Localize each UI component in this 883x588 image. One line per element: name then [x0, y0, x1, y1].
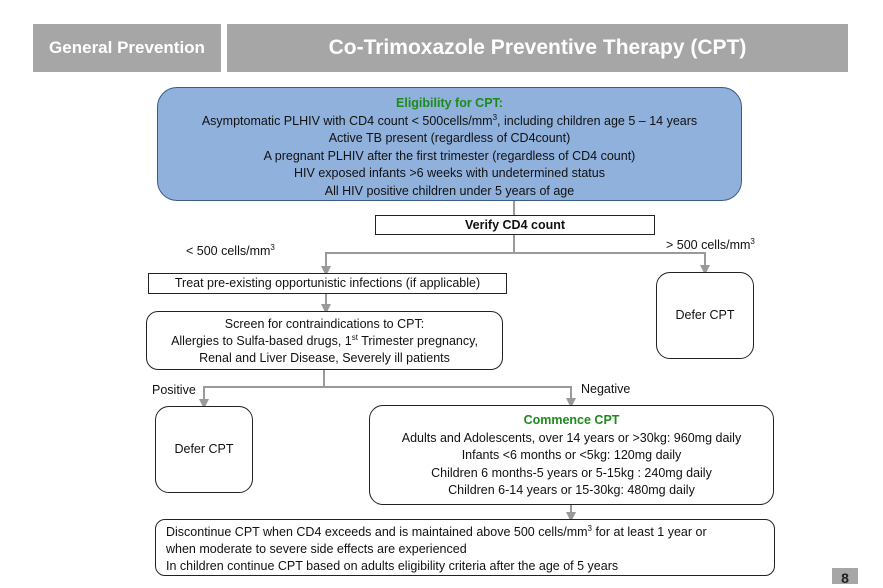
discontinue-line: In children continue CPT based on adults… — [166, 559, 619, 573]
screen-line: Screen for contraindications to CPT: — [224, 317, 425, 331]
connector-verify-high — [514, 252, 710, 275]
eligibility-line: Active TB present (regardless of CD4coun… — [328, 131, 571, 145]
commence-cpt-box: Commence CPT Adults and Adolescents, ove… — [369, 405, 774, 505]
positive-label: Positive — [152, 383, 196, 397]
eligibility-box: Eligibility for CPT: Asymptomatic PLHIV … — [157, 87, 742, 201]
high-cd4-label: > 500 cells/mm3 — [666, 236, 755, 252]
discontinue-line: when moderate to severe side effects are… — [166, 542, 467, 556]
eligibility-line: Asymptomatic PLHIV with CD4 count < 500c… — [201, 112, 698, 128]
page-number: 8 — [832, 568, 858, 586]
discontinue-line: Discontinue CPT when CD4 exceeds and is … — [166, 523, 707, 539]
low-cd4-label: < 500 cells/mm3 — [186, 242, 275, 258]
screen-line: Renal and Liver Disease, Severely ill pa… — [199, 351, 450, 365]
dosage-line: Children 6-14 years or 15-30kg: 480mg da… — [448, 483, 695, 497]
discontinue-box: Discontinue CPT when CD4 exceeds and is … — [155, 519, 775, 576]
connector-positive — [199, 386, 324, 409]
verify-cd4-box: Verify CD4 count — [375, 215, 655, 235]
treat-infections-box: Treat pre-existing opportunistic infecti… — [148, 273, 507, 294]
connector-negative — [324, 386, 576, 408]
screen-line: Allergies to Sulfa-based drugs, 1st Trim… — [171, 332, 478, 348]
defer-cpt-box-positive: Defer CPT — [155, 406, 253, 493]
negative-label: Negative — [581, 382, 631, 396]
connector-verify-branches — [321, 235, 515, 276]
defer-cpt-box-high: Defer CPT — [656, 272, 754, 359]
eligibility-line: HIV exposed infants >6 weeks with undete… — [294, 166, 605, 180]
dosage-line: Adults and Adolescents, over 14 years or… — [401, 430, 742, 445]
commence-heading: Commence CPT — [523, 413, 620, 427]
eligibility-heading: Eligibility for CPT: — [396, 96, 503, 110]
dosage-line: Infants <6 months or <5kg: 120mg daily — [461, 448, 682, 462]
eligibility-line: A pregnant PLHIV after the first trimest… — [263, 148, 636, 163]
eligibility-line: All HIV positive children under 5 years … — [324, 183, 575, 198]
screen-contraindications-box: Screen for contraindications to CPT: All… — [146, 311, 503, 370]
dosage-line: Children 6 months-5 years or 5-15kg : 24… — [431, 465, 712, 480]
